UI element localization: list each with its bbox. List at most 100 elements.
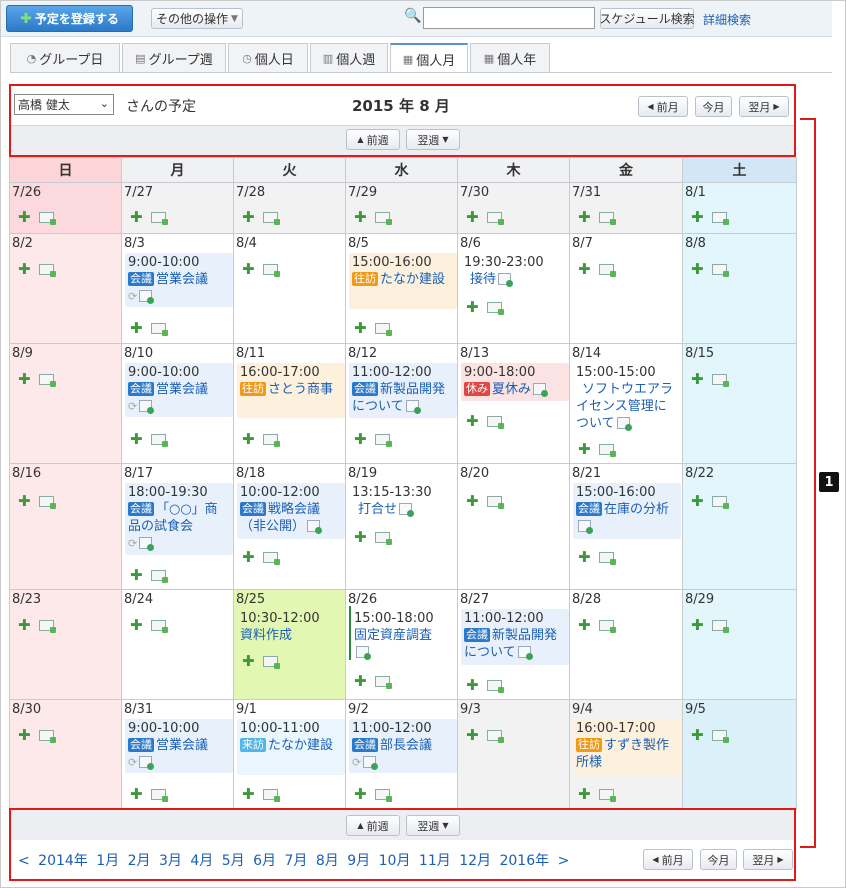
day-cell[interactable]: 8/16 ✚ bbox=[10, 464, 122, 590]
day-cell[interactable]: 8/19 13:15-13:30 打合せ ✚ bbox=[346, 464, 458, 590]
day-cell[interactable]: 9/3 ✚ bbox=[458, 700, 570, 810]
schedule-event[interactable]: 9:00-18:00 休み 夏休み bbox=[461, 363, 569, 401]
add-icon[interactable]: ✚ bbox=[578, 210, 591, 225]
day-cell[interactable]: 8/22 ✚ bbox=[683, 464, 797, 590]
select-date-icon[interactable] bbox=[486, 495, 504, 509]
select-date-icon[interactable] bbox=[150, 569, 168, 583]
day-cell[interactable]: 8/31 9:00-10:00 会議 営業会議 ⟳ ✚ bbox=[122, 700, 234, 810]
add-icon[interactable]: ✚ bbox=[242, 654, 255, 669]
add-icon[interactable]: ✚ bbox=[130, 321, 143, 336]
add-icon[interactable]: ✚ bbox=[691, 210, 704, 225]
add-icon[interactable]: ✚ bbox=[354, 787, 367, 802]
add-icon[interactable]: ✚ bbox=[18, 262, 31, 277]
select-date-icon[interactable] bbox=[38, 729, 56, 743]
select-date-icon[interactable] bbox=[374, 788, 392, 802]
schedule-event[interactable]: 16:00-17:00 往訪 さとう商事 bbox=[237, 363, 345, 418]
add-icon[interactable]: ✚ bbox=[691, 372, 704, 387]
add-icon[interactable]: ✚ bbox=[18, 618, 31, 633]
select-date-icon[interactable] bbox=[486, 679, 504, 693]
add-icon[interactable]: ✚ bbox=[466, 210, 479, 225]
select-date-icon[interactable] bbox=[374, 675, 392, 689]
add-icon[interactable]: ✚ bbox=[691, 494, 704, 509]
day-cell[interactable]: 7/26 ✚ bbox=[10, 183, 122, 234]
schedule-event[interactable]: 11:00-12:00 会議 部長会議 ⟳ bbox=[349, 719, 457, 773]
add-icon[interactable]: ✚ bbox=[18, 494, 31, 509]
other-actions-button[interactable]: その他の操作 ▼ bbox=[151, 8, 243, 29]
day-cell[interactable]: 8/6 19:30-23:00 接待 ✚ bbox=[458, 234, 570, 344]
select-date-icon[interactable] bbox=[374, 433, 392, 447]
day-cell[interactable]: 8/5 15:00-16:00 往訪 たなか建設 ✚ bbox=[346, 234, 458, 344]
day-cell[interactable]: 8/10 9:00-10:00 会議 営業会議 ⟳ ✚ bbox=[122, 344, 234, 464]
schedule-event[interactable]: 18:00-19:30 会議 「○○」商品の試食会 ⟳ bbox=[125, 483, 233, 555]
schedule-search-button[interactable]: スケジュール検索 bbox=[599, 8, 695, 29]
schedule-event[interactable]: 15:00-15:00 ソフトウエアライセンス管理について bbox=[573, 363, 681, 435]
day-cell[interactable]: 8/8 ✚ bbox=[683, 234, 797, 344]
day-cell[interactable]: 7/29 ✚ bbox=[346, 183, 458, 234]
select-date-icon[interactable] bbox=[598, 619, 616, 633]
select-date-icon[interactable] bbox=[150, 788, 168, 802]
add-icon[interactable]: ✚ bbox=[18, 372, 31, 387]
tab-group-week[interactable]: ▤ グループ週 bbox=[122, 43, 226, 72]
day-cell[interactable]: 8/3 9:00-10:00 会議 営業会議 ⟳ ✚ bbox=[122, 234, 234, 344]
select-date-icon[interactable] bbox=[374, 531, 392, 545]
select-date-icon[interactable] bbox=[38, 373, 56, 387]
tab-personal-year[interactable]: ▦ 個人年 bbox=[470, 43, 550, 72]
add-icon[interactable]: ✚ bbox=[130, 787, 143, 802]
select-date-icon[interactable] bbox=[598, 443, 616, 457]
schedule-event[interactable]: 10:30-12:00 資料作成 bbox=[237, 609, 345, 647]
add-icon[interactable]: ✚ bbox=[130, 568, 143, 583]
day-cell[interactable]: 8/4 ✚ bbox=[234, 234, 346, 344]
select-date-icon[interactable] bbox=[262, 655, 280, 669]
select-date-icon[interactable] bbox=[711, 619, 729, 633]
day-cell[interactable]: 8/17 18:00-19:30 会議 「○○」商品の試食会 ⟳ ✚ bbox=[122, 464, 234, 590]
tab-personal-week[interactable]: ▥ 個人週 bbox=[310, 43, 388, 72]
day-cell[interactable]: 8/26 15:00-18:00 固定資産調査 ✚ bbox=[346, 590, 458, 700]
day-cell[interactable]: 8/9 ✚ bbox=[10, 344, 122, 464]
add-icon[interactable]: ✚ bbox=[691, 262, 704, 277]
select-date-icon[interactable] bbox=[486, 729, 504, 743]
tab-personal-month[interactable]: ▦ 個人月 bbox=[390, 43, 468, 73]
add-icon[interactable]: ✚ bbox=[242, 262, 255, 277]
day-cell[interactable]: 9/5 ✚ bbox=[683, 700, 797, 810]
day-cell[interactable]: 9/4 16:00-17:00 往訪 すずき製作所様 ✚ bbox=[570, 700, 683, 810]
schedule-event[interactable]: 16:00-17:00 往訪 すずき製作所様 bbox=[573, 719, 681, 775]
day-cell[interactable]: 9/1 10:00-11:00 来訪 たなか建設 ✚ bbox=[234, 700, 346, 810]
day-cell[interactable]: 8/30 ✚ bbox=[10, 700, 122, 810]
day-cell[interactable]: 8/13 9:00-18:00 休み 夏休み ✚ bbox=[458, 344, 570, 464]
schedule-event[interactable]: 9:00-10:00 会議 営業会議 ⟳ bbox=[125, 363, 233, 417]
add-icon[interactable]: ✚ bbox=[578, 550, 591, 565]
schedule-event[interactable]: 15:00-18:00 固定資産調査 bbox=[351, 609, 457, 663]
tab-personal-day[interactable]: ◷ 個人日 bbox=[228, 43, 308, 72]
schedule-event[interactable]: 19:30-23:00 接待 bbox=[461, 253, 569, 293]
select-date-icon[interactable] bbox=[38, 211, 56, 225]
add-icon[interactable]: ✚ bbox=[691, 618, 704, 633]
day-cell[interactable]: 7/28 ✚ bbox=[234, 183, 346, 234]
select-date-icon[interactable] bbox=[711, 373, 729, 387]
day-cell[interactable]: 8/15 ✚ bbox=[683, 344, 797, 464]
day-cell[interactable]: 8/12 11:00-12:00 会議 新製品開発について ✚ bbox=[346, 344, 458, 464]
add-icon[interactable]: ✚ bbox=[242, 432, 255, 447]
search-input[interactable] bbox=[423, 7, 595, 29]
add-icon[interactable]: ✚ bbox=[18, 728, 31, 743]
select-date-icon[interactable] bbox=[262, 551, 280, 565]
day-cell[interactable]: 8/28 ✚ bbox=[570, 590, 683, 700]
day-cell[interactable]: 8/2 ✚ bbox=[10, 234, 122, 344]
schedule-event[interactable]: 15:00-16:00 会議 在庫の分析 bbox=[573, 483, 681, 539]
add-icon[interactable]: ✚ bbox=[578, 787, 591, 802]
add-icon[interactable]: ✚ bbox=[466, 728, 479, 743]
add-icon[interactable]: ✚ bbox=[466, 300, 479, 315]
day-cell[interactable]: 9/2 11:00-12:00 会議 部長会議 ⟳ ✚ bbox=[346, 700, 458, 810]
add-icon[interactable]: ✚ bbox=[354, 210, 367, 225]
select-date-icon[interactable] bbox=[150, 433, 168, 447]
select-date-icon[interactable] bbox=[150, 619, 168, 633]
day-cell[interactable]: 7/27 ✚ bbox=[122, 183, 234, 234]
add-icon[interactable]: ✚ bbox=[130, 432, 143, 447]
add-icon[interactable]: ✚ bbox=[578, 262, 591, 277]
select-date-icon[interactable] bbox=[598, 551, 616, 565]
add-icon[interactable]: ✚ bbox=[242, 210, 255, 225]
day-cell[interactable]: 8/20 ✚ bbox=[458, 464, 570, 590]
add-icon[interactable]: ✚ bbox=[354, 530, 367, 545]
day-cell[interactable]: 8/21 15:00-16:00 会議 在庫の分析 ✚ bbox=[570, 464, 683, 590]
select-date-icon[interactable] bbox=[486, 211, 504, 225]
schedule-event[interactable]: 13:15-13:30 打合せ bbox=[349, 483, 457, 521]
